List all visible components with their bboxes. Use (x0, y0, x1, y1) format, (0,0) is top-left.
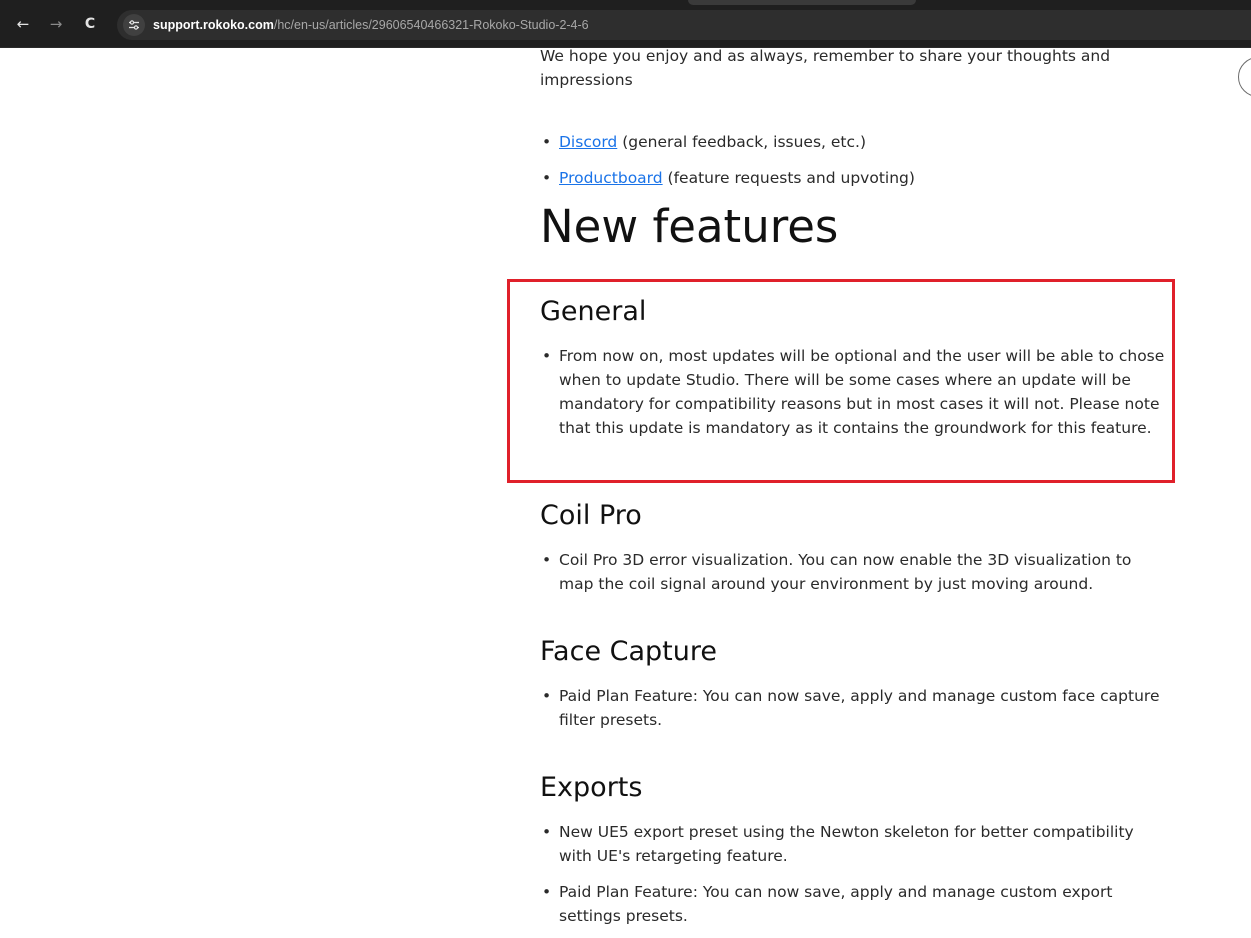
section-exports: Exports New UE5 export preset using the … (540, 770, 1180, 928)
list-item: Paid Plan Feature: You can now save, app… (540, 684, 1170, 732)
url-host: support.rokoko.com (153, 18, 274, 32)
list-item: Discord (general feedback, issues, etc.) (540, 130, 915, 154)
list-item: Coil Pro 3D error visualization. You can… (540, 548, 1170, 596)
back-arrow-icon[interactable]: ← (12, 13, 34, 35)
discord-link[interactable]: Discord (559, 133, 617, 151)
feedback-links-list: Discord (general feedback, issues, etc.)… (540, 130, 915, 190)
reload-icon[interactable]: C (79, 13, 101, 35)
active-tab-edge[interactable] (688, 0, 916, 5)
url-path: /hc/en-us/articles/29606540466321-Rokoko… (273, 18, 589, 32)
address-bar[interactable]: support.rokoko.com/hc/en-us/articles/296… (117, 10, 1251, 40)
new-features-heading: New features (540, 200, 839, 253)
section-heading: Face Capture (540, 636, 717, 667)
section-coil-pro: Coil Pro Coil Pro 3D error visualization… (540, 498, 1180, 596)
productboard-link[interactable]: Productboard (559, 169, 663, 187)
list-item: New UE5 export preset using the Newton s… (540, 820, 1170, 868)
list-item: Paid Plan Feature: You can now save, app… (540, 880, 1170, 928)
section-heading: Exports (540, 772, 643, 803)
forward-arrow-icon[interactable]: → (45, 13, 67, 35)
list-item: Productboard (feature requests and upvot… (540, 166, 915, 190)
floating-circle-button[interactable] (1238, 57, 1251, 97)
section-heading: Coil Pro (540, 500, 642, 531)
intro-paragraph: We hope you enjoy and as always, remembe… (540, 47, 1111, 89)
discord-description: (general feedback, issues, etc.) (617, 133, 866, 151)
section-face-capture: Face Capture Paid Plan Feature: You can … (540, 634, 1180, 732)
tune-icon[interactable] (123, 14, 145, 36)
url-text[interactable]: support.rokoko.com/hc/en-us/articles/296… (153, 16, 589, 34)
productboard-description: (feature requests and upvoting) (662, 169, 915, 187)
bullet-list: Paid Plan Feature: You can now save, app… (540, 684, 1170, 732)
highlight-annotation-box (507, 279, 1175, 483)
bullet-list: Coil Pro 3D error visualization. You can… (540, 548, 1170, 596)
browser-toolbar: ← → C support.rokoko.com/hc/en-us/articl… (0, 0, 1251, 48)
bullet-list: New UE5 export preset using the Newton s… (540, 820, 1170, 928)
